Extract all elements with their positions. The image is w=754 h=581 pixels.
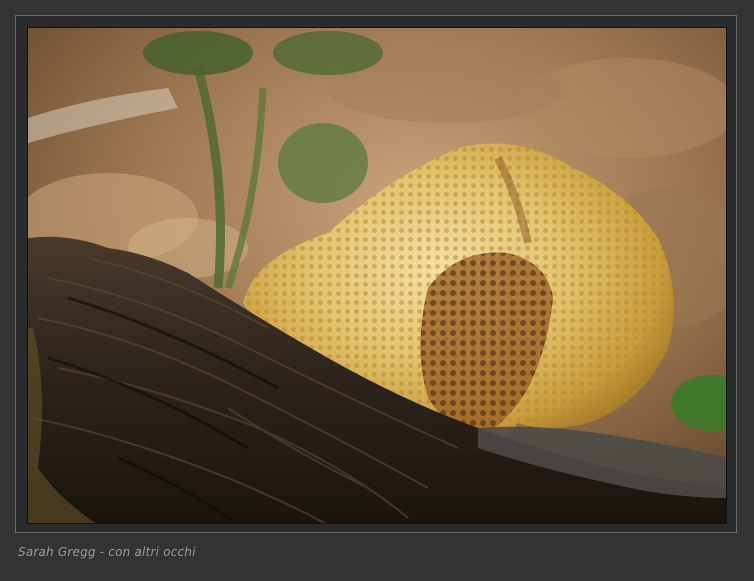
photo-frame (27, 27, 727, 524)
photo-page: Sarah Gregg - con altri occhi (0, 0, 754, 581)
plant-leaf (143, 31, 253, 75)
mushroom-photo (28, 28, 726, 523)
photo-caption: Sarah Gregg - con altri occhi (18, 545, 196, 559)
